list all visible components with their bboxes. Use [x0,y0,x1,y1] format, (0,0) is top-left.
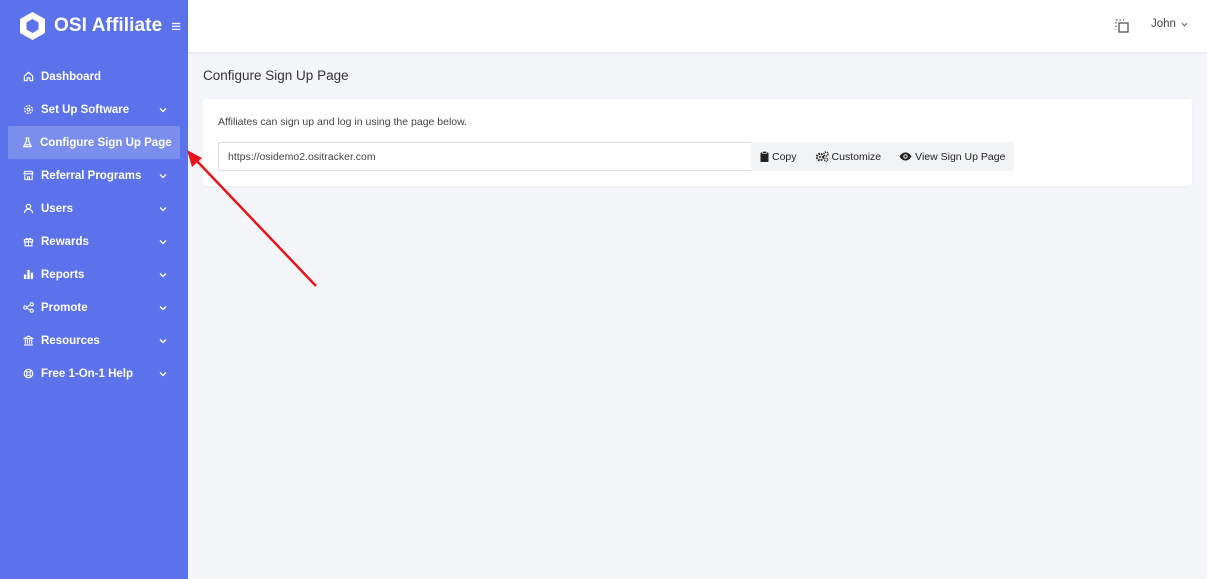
sidebar: OSI Affiliate ≡ Dashboard Set Up Softwar… [0,0,188,579]
bank-icon [22,335,34,347]
sidebar-item-label: Set Up Software [41,103,130,116]
chevron-down-icon [158,206,168,212]
sidebar-item-users[interactable]: Users [8,192,180,225]
eye-icon [899,152,912,161]
view-signup-page-button[interactable]: View Sign Up Page [890,142,1014,171]
chevron-down-icon [158,338,168,344]
sidebar-item-label: Referral Programs [41,169,142,182]
sidebar-item-free-help[interactable]: Free 1-On-1 Help [8,357,180,390]
card-description: Affiliates can sign up and log in using … [218,116,468,128]
sidebar-item-referral-programs[interactable]: Referral Programs [8,159,180,192]
hexagon-logo-icon [18,11,46,41]
brand: OSI Affiliate ≡ [0,0,188,52]
view-button-label: View Sign Up Page [915,150,1006,163]
chevron-down-icon [158,272,168,278]
signup-page-card: Affiliates can sign up and log in using … [203,99,1192,186]
sidebar-item-label: Resources [41,334,100,347]
share-icon [22,302,34,314]
home-icon [22,71,34,83]
signup-url-input[interactable] [218,142,752,171]
store-icon [22,170,34,182]
clipboard-icon [760,151,769,162]
copy-square-icon[interactable] [1114,18,1130,34]
chevron-down-icon [158,239,168,245]
sidebar-item-configure-sign-up-page[interactable]: Configure Sign Up Page [8,126,180,159]
bar-chart-icon [22,269,34,281]
sidebar-item-label: Users [41,202,73,215]
sidebar-item-dashboard[interactable]: Dashboard [8,60,180,93]
sidebar-item-label: Configure Sign Up Page [40,136,172,149]
gift-icon [22,236,34,248]
chevron-down-icon [158,107,168,113]
sidebar-item-reports[interactable]: Reports [8,258,180,291]
url-actions: Copy Customize View Sign Up Page [751,142,1015,171]
sidebar-item-label: Reports [41,268,85,281]
chevron-down-icon [158,173,168,179]
sidebar-item-label: Free 1-On-1 Help [41,367,134,380]
chevron-down-icon [158,371,168,377]
customize-button[interactable]: Customize [806,142,891,171]
gear-icon [22,104,34,116]
sidebar-item-set-up-software[interactable]: Set Up Software [8,93,180,126]
hamburger-icon[interactable]: ≡ [171,18,181,35]
chevron-down-icon [158,305,168,311]
user-name: John [1151,18,1176,30]
sidebar-item-rewards[interactable]: Rewards [8,225,180,258]
page-title: Configure Sign Up Page [203,68,349,83]
sidebar-nav: Dashboard Set Up Software Configure Sign… [0,60,188,390]
sidebar-item-label: Dashboard [41,70,102,83]
user-menu[interactable]: John [1151,18,1188,30]
sidebar-item-label: Promote [41,301,88,314]
copy-button-label: Copy [772,150,797,163]
sidebar-item-resources[interactable]: Resources [8,324,180,357]
customize-button-label: Customize [831,150,882,163]
brand-name: OSI Affiliate [54,15,163,36]
chevron-down-icon [1181,22,1188,27]
flask-icon [22,137,33,149]
sidebar-item-promote[interactable]: Promote [8,291,180,324]
gears-icon [815,151,829,162]
lifebuoy-icon [22,368,34,380]
top-header: John [188,0,1207,52]
copy-button[interactable]: Copy [751,142,806,171]
user-icon [22,203,34,215]
sidebar-item-label: Rewards [41,235,89,248]
